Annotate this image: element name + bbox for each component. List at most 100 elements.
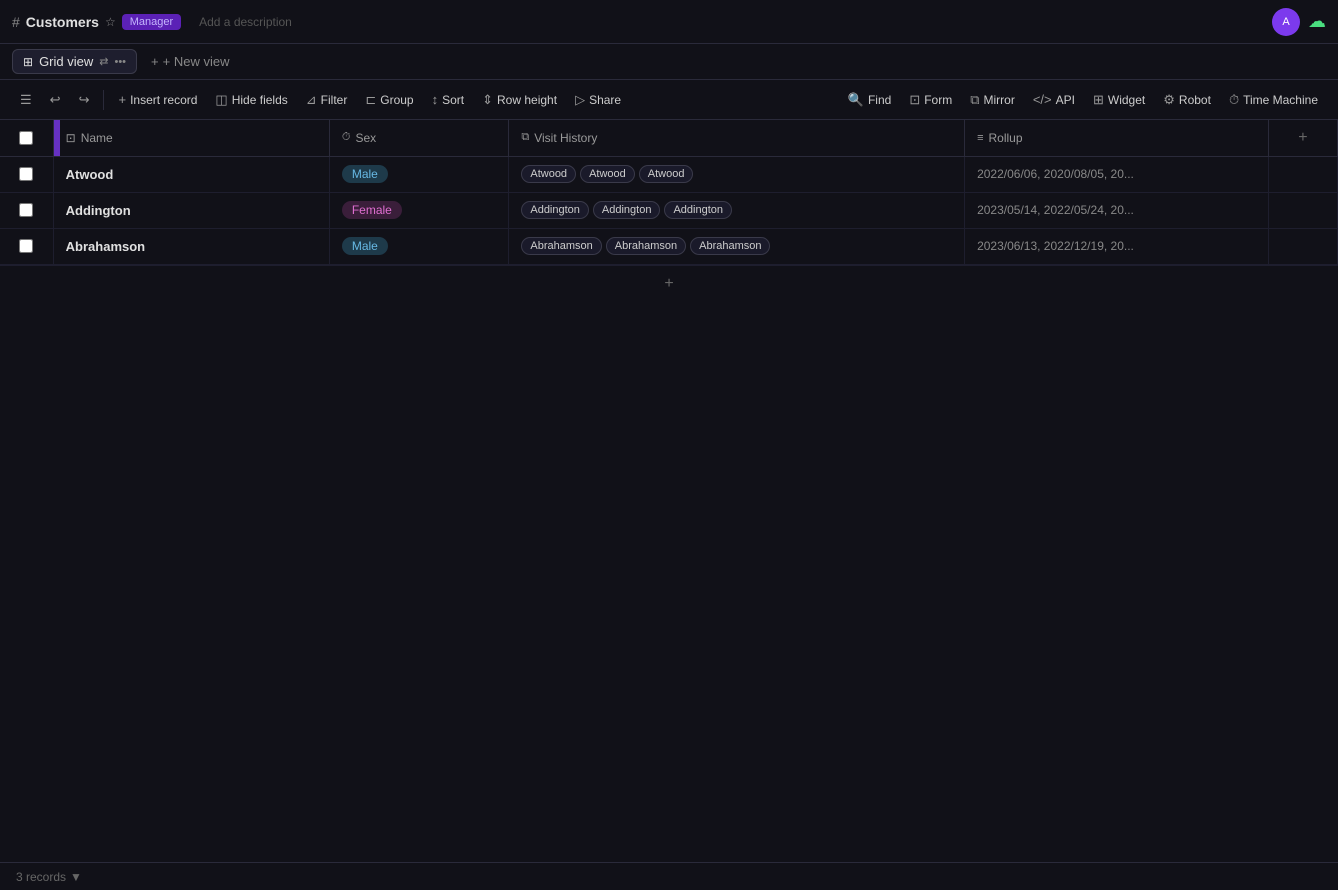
star-icon[interactable]: ☆ bbox=[105, 15, 116, 29]
row-name-cell[interactable]: Atwood bbox=[53, 156, 329, 192]
row-visit-cell[interactable]: AtwoodAtwoodAtwood bbox=[509, 156, 965, 192]
records-dropdown-icon: ▼ bbox=[70, 870, 82, 884]
row-checkbox[interactable] bbox=[19, 239, 33, 253]
widget-icon: ⊞ bbox=[1093, 92, 1104, 108]
row-sex-cell[interactable]: Male bbox=[329, 156, 509, 192]
row-visit-cell[interactable]: AddingtonAddingtonAddington bbox=[509, 192, 965, 228]
header-visit-history[interactable]: ⧉ Visit History bbox=[509, 120, 965, 156]
sync-icon: ⇄ bbox=[99, 55, 108, 68]
sidebar-toggle-button[interactable]: ☰ bbox=[12, 86, 40, 114]
new-view-button[interactable]: + + New view bbox=[141, 50, 239, 73]
row-sex-cell[interactable]: Female bbox=[329, 192, 509, 228]
add-column-button[interactable]: + bbox=[1269, 120, 1337, 156]
form-icon: ⊡ bbox=[909, 92, 920, 108]
find-label: Find bbox=[868, 93, 891, 107]
share-button[interactable]: ▷ Share bbox=[567, 88, 629, 112]
table-body: Atwood Male AtwoodAtwoodAtwood 2022/06/0… bbox=[0, 156, 1338, 264]
header-checkbox-cell bbox=[0, 120, 53, 156]
row-visit-cell[interactable]: AbrahamsonAbrahamsonAbrahamson bbox=[509, 228, 965, 264]
view-tabs: ⊞ Grid view ⇄ ••• + + New view bbox=[0, 44, 1338, 80]
insert-record-button[interactable]: + Insert record bbox=[110, 88, 205, 111]
row-height-button[interactable]: ⇕ Row height bbox=[474, 88, 565, 112]
redo-button[interactable]: ↪ bbox=[71, 86, 98, 114]
rollup-value: 2023/05/14, 2022/05/24, 20... bbox=[977, 203, 1134, 217]
header-name[interactable]: ⊡ Name bbox=[53, 120, 329, 156]
sort-button[interactable]: ↕ Sort bbox=[424, 88, 473, 111]
row-rollup-cell[interactable]: 2023/05/14, 2022/05/24, 20... bbox=[965, 192, 1269, 228]
sex-col-icon: ⏱ bbox=[342, 131, 351, 144]
widget-button[interactable]: ⊞ Widget bbox=[1085, 88, 1153, 112]
add-row-button[interactable]: + bbox=[657, 272, 681, 296]
rollup-col-label: Rollup bbox=[989, 131, 1023, 145]
row-add-cell bbox=[1268, 156, 1337, 192]
filter-label: Filter bbox=[321, 93, 348, 107]
form-button[interactable]: ⊡ Form bbox=[901, 88, 960, 112]
header-sex[interactable]: ⏱ Sex bbox=[329, 120, 509, 156]
row-add-cell bbox=[1268, 192, 1337, 228]
find-button[interactable]: 🔍 Find bbox=[840, 88, 900, 112]
row-rollup-cell[interactable]: 2022/06/06, 2020/08/05, 20... bbox=[965, 156, 1269, 192]
toolbar-separator-1 bbox=[103, 90, 104, 110]
sex-col-label: Sex bbox=[355, 131, 376, 145]
sex-badge: Male bbox=[342, 165, 388, 183]
header-add-column[interactable]: + bbox=[1268, 120, 1337, 156]
row-checkbox[interactable] bbox=[19, 167, 33, 181]
insert-record-icon: + bbox=[118, 92, 126, 107]
header-rollup[interactable]: ≡ Rollup bbox=[965, 120, 1269, 156]
top-bar-left: # Customers ☆ Manager Add a description bbox=[12, 14, 1264, 30]
row-name: Atwood bbox=[66, 167, 114, 182]
cloud-sync-icon: ☁ bbox=[1308, 11, 1326, 32]
undo-button[interactable]: ↩ bbox=[42, 86, 69, 114]
group-button[interactable]: ⊏ Group bbox=[357, 88, 421, 112]
top-bar: # Customers ☆ Manager Add a description … bbox=[0, 0, 1338, 44]
visit-tags: AtwoodAtwoodAtwood bbox=[521, 165, 693, 183]
sort-label: Sort bbox=[442, 93, 464, 107]
status-bar: 3 records ▼ bbox=[0, 862, 1338, 890]
table-row[interactable]: Abrahamson Male AbrahamsonAbrahamsonAbra… bbox=[0, 228, 1338, 264]
api-button[interactable]: </> API bbox=[1025, 88, 1083, 111]
insert-record-label: Insert record bbox=[130, 93, 197, 107]
find-icon: 🔍 bbox=[848, 92, 864, 108]
data-table: ⊡ Name ⏱ Sex ⧉ Visit History bbox=[0, 120, 1338, 265]
table-row[interactable]: Atwood Male AtwoodAtwoodAtwood 2022/06/0… bbox=[0, 156, 1338, 192]
tab-more-icon[interactable]: ••• bbox=[114, 56, 126, 68]
records-count[interactable]: 3 records ▼ bbox=[16, 870, 82, 884]
mirror-button[interactable]: ⧉ Mirror bbox=[962, 88, 1023, 112]
row-checkbox-cell bbox=[0, 192, 53, 228]
new-view-plus-icon: + bbox=[151, 54, 159, 69]
time-machine-label: Time Machine bbox=[1243, 93, 1318, 107]
sex-badge: Male bbox=[342, 237, 388, 255]
row-name-cell[interactable]: Abrahamson bbox=[53, 228, 329, 264]
row-height-label: Row height bbox=[497, 93, 557, 107]
row-sex-cell[interactable]: Male bbox=[329, 228, 509, 264]
hide-fields-icon: ◫ bbox=[215, 92, 227, 108]
share-icon: ▷ bbox=[575, 92, 585, 108]
new-view-label: + New view bbox=[163, 54, 230, 69]
select-all-checkbox[interactable] bbox=[19, 131, 33, 145]
avatar: A bbox=[1272, 8, 1300, 36]
robot-label: Robot bbox=[1179, 93, 1211, 107]
hide-fields-button[interactable]: ◫ Hide fields bbox=[207, 88, 295, 112]
table-row[interactable]: Addington Female AddingtonAddingtonAddin… bbox=[0, 192, 1338, 228]
visit-tags: AbrahamsonAbrahamsonAbrahamson bbox=[521, 237, 770, 255]
row-name-cell[interactable]: Addington bbox=[53, 192, 329, 228]
sort-icon: ↕ bbox=[432, 92, 439, 107]
form-label: Form bbox=[924, 93, 952, 107]
robot-button[interactable]: ⚙ Robot bbox=[1155, 88, 1219, 112]
visit-tag: Addington bbox=[664, 201, 732, 219]
filter-icon: ⊿ bbox=[306, 92, 317, 108]
row-rollup-cell[interactable]: 2023/06/13, 2022/12/19, 20... bbox=[965, 228, 1269, 264]
filter-button[interactable]: ⊿ Filter bbox=[298, 88, 356, 112]
hide-fields-label: Hide fields bbox=[232, 93, 288, 107]
table-icon: # bbox=[12, 14, 20, 30]
rollup-col-icon: ≡ bbox=[977, 132, 983, 144]
visit-tag: Addington bbox=[521, 201, 589, 219]
tab-grid-view[interactable]: ⊞ Grid view ⇄ ••• bbox=[12, 49, 137, 74]
add-description[interactable]: Add a description bbox=[199, 15, 292, 29]
share-label: Share bbox=[589, 93, 621, 107]
time-machine-button[interactable]: ⏱ Time Machine bbox=[1221, 88, 1326, 112]
name-col-icon: ⊡ bbox=[66, 131, 76, 145]
mirror-icon: ⧉ bbox=[970, 92, 979, 108]
mirror-label: Mirror bbox=[984, 93, 1015, 107]
row-checkbox[interactable] bbox=[19, 203, 33, 217]
